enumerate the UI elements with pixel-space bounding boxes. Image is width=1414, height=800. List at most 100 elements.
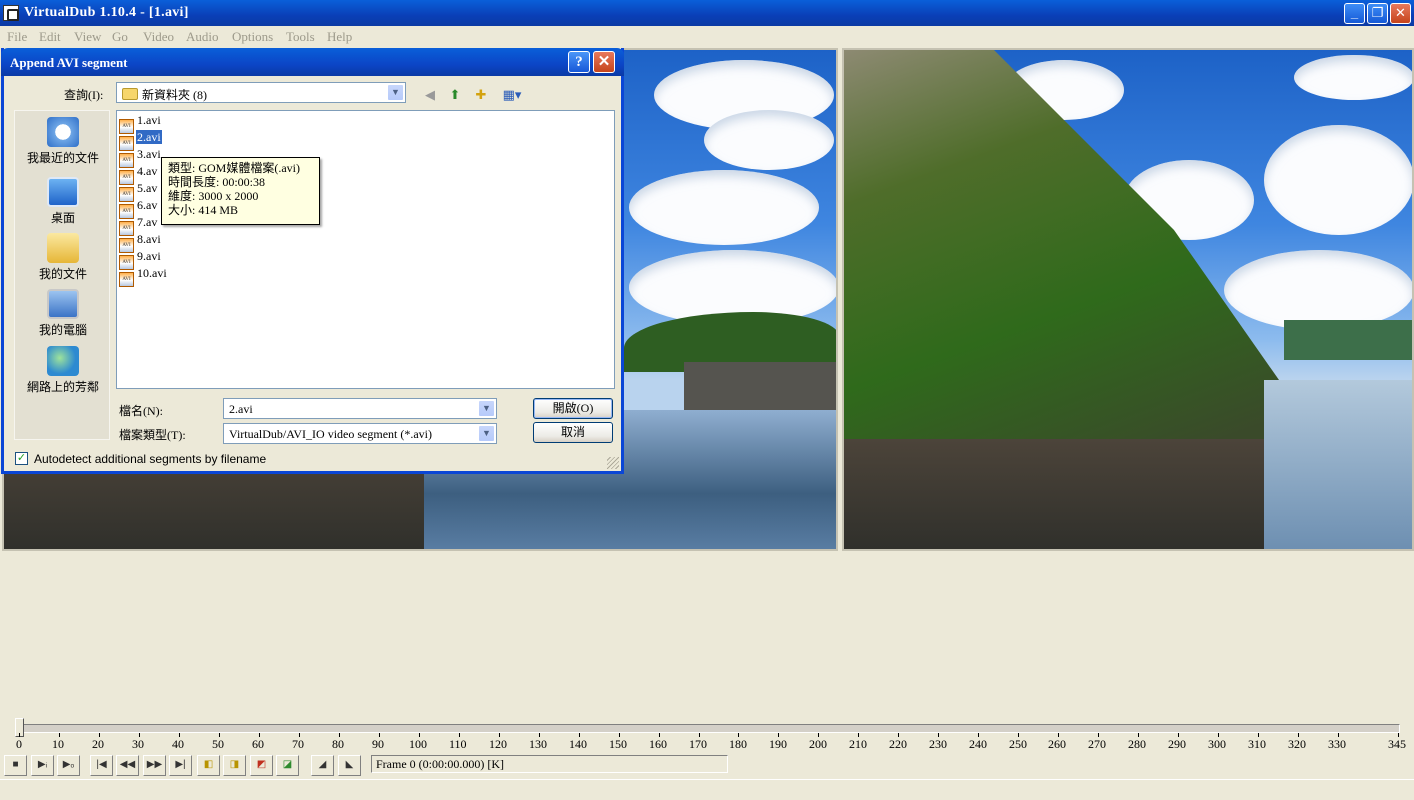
timeline-tick-label: 120 (489, 737, 507, 751)
view-menu-icon[interactable]: ▦▾ (499, 86, 525, 104)
place-my-documents[interactable]: 我的文件 (15, 233, 111, 282)
cloud (704, 110, 834, 170)
file-item[interactable]: AVI 9.avi (119, 249, 162, 270)
file-item[interactable]: AVI 1.avi (119, 113, 162, 134)
new-folder-icon[interactable]: ✚ (471, 86, 491, 104)
timeline-tick-label: 80 (332, 737, 344, 751)
timeline-tick-label: 290 (1168, 737, 1186, 751)
help-button[interactable]: ? (568, 51, 590, 73)
end-icon[interactable]: ▶| (169, 755, 192, 776)
mark-out-arrow-icon[interactable]: ◣ (338, 755, 361, 776)
desktop-icon (47, 177, 79, 207)
place-recent[interactable]: 我最近的文件 (15, 117, 111, 166)
file-item[interactable]: AVI 7.av (119, 215, 158, 236)
timeline-tick-label: 240 (969, 737, 987, 751)
cloud (629, 170, 819, 245)
autodetect-label[interactable]: Autodetect additional segments by filena… (34, 452, 266, 466)
menu-tools[interactable]: Tools (286, 29, 315, 45)
minimize-button[interactable]: _ (1344, 3, 1365, 24)
menu-options[interactable]: Options (232, 29, 273, 45)
menu-audio[interactable]: Audio (186, 29, 219, 45)
my-computer-icon (47, 289, 79, 319)
up-folder-icon[interactable]: ⬆ (445, 86, 465, 104)
dialog-close-button[interactable]: ✕ (593, 51, 615, 73)
timeline-track[interactable] (15, 724, 1400, 733)
chevron-down-icon[interactable]: ▼ (478, 400, 495, 417)
scene-back-icon[interactable]: ◧ (197, 755, 220, 776)
file-item-selected[interactable]: AVI 2.avi (119, 130, 162, 151)
menu-edit[interactable]: Edit (39, 29, 61, 45)
cancel-button[interactable]: 取消 (533, 422, 613, 443)
main-title-bar[interactable]: VirtualDub 1.10.4 - [1.avi] _ ❐ ✕ (0, 0, 1414, 26)
timeline-tick-label: 110 (449, 737, 467, 751)
mark-in-icon[interactable]: ◩ (250, 755, 273, 776)
file-item[interactable]: AVI 4.av (119, 164, 158, 185)
mark-out-icon[interactable]: ◪ (276, 755, 299, 776)
timeline-tick-label: 230 (929, 737, 947, 751)
place-desktop[interactable]: 桌面 (15, 177, 111, 226)
look-in-value: 新資料夾 (8) (142, 88, 207, 102)
resize-grip-icon[interactable] (607, 457, 619, 469)
restore-button[interactable]: ❐ (1367, 3, 1388, 24)
timeline-tick-label: 180 (729, 737, 747, 751)
start-icon[interactable]: |◀ (90, 755, 113, 776)
window-title: VirtualDub 1.10.4 - [1.avi] (24, 5, 189, 20)
mark-in-arrow-icon[interactable]: ◢ (311, 755, 334, 776)
filetype-value: VirtualDub/AVI_IO video segment (*.avi) (229, 427, 433, 441)
timeline-tick-label: 210 (849, 737, 867, 751)
next-key-icon[interactable]: ▶▶ (143, 755, 166, 776)
play-output-icon[interactable]: ▶ₒ (57, 755, 80, 776)
timeline-tick-label: 0 (16, 737, 22, 751)
recent-documents-icon (47, 117, 79, 147)
filename-label: 檔名(N): (119, 404, 163, 418)
tooltip-type: 類型: GOM媒體檔案(.avi) (168, 161, 300, 175)
close-button[interactable]: ✕ (1390, 3, 1411, 24)
timeline-tick-label: 220 (889, 737, 907, 751)
timeline-tick-label: 280 (1128, 737, 1146, 751)
autodetect-checkbox[interactable]: ✓ (15, 452, 28, 465)
timeline-tick-label: 260 (1048, 737, 1066, 751)
file-item[interactable]: AVI 6.av (119, 198, 158, 219)
file-item[interactable]: AVI 8.avi (119, 232, 162, 253)
timeline-tick-label: 190 (769, 737, 787, 751)
output-video-pane[interactable] (842, 48, 1414, 551)
timeline-tick-label: 200 (809, 737, 827, 751)
file-item[interactable]: AVI 10.avi (119, 266, 168, 287)
place-network[interactable]: 網路上的芳鄰 (15, 346, 111, 395)
filetype-combo[interactable]: VirtualDub/AVI_IO video segment (*.avi) … (223, 423, 497, 444)
chevron-down-icon[interactable]: ▼ (478, 425, 495, 442)
river-water (1264, 380, 1412, 549)
place-my-computer[interactable]: 我的電腦 (15, 289, 111, 338)
dialog-title-bar[interactable]: Append AVI segment ? ✕ (1, 48, 624, 76)
look-in-combo[interactable]: 新資料夾 (8) ▼ (116, 82, 406, 103)
prev-key-icon[interactable]: ◀◀ (116, 755, 139, 776)
scene-fwd-icon[interactable]: ◨ (223, 755, 246, 776)
stop-icon[interactable]: ■ (4, 755, 27, 776)
menu-go[interactable]: Go (112, 29, 128, 45)
menu-video[interactable]: Video (143, 29, 174, 45)
places-bar: 我最近的文件 桌面 我的文件 我的電腦 網路上的芳鄰 (14, 110, 110, 440)
timeline-tick-label: 50 (212, 737, 224, 751)
menu-help[interactable]: Help (327, 29, 352, 45)
back-icon[interactable]: ◀ (420, 86, 440, 104)
open-button[interactable]: 開啟(O) (533, 398, 613, 419)
play-input-icon[interactable]: ▶ᵢ (31, 755, 54, 776)
append-avi-dialog[interactable]: Append AVI segment ? ✕ 查詢(I): 新資料夾 (8) ▼… (1, 48, 624, 474)
menu-bar: File Edit View Go Video Audio Options To… (0, 26, 1414, 48)
menu-file[interactable]: File (7, 29, 27, 45)
frame-indicator: Frame 0 (0:00:00.000) [K] (371, 755, 728, 773)
cloud (1264, 125, 1412, 235)
file-item[interactable]: AVI 5.av (119, 181, 158, 202)
filetype-label: 檔案類型(T): (119, 428, 186, 442)
cloud (1294, 55, 1412, 100)
timeline-tick-label: 270 (1088, 737, 1106, 751)
chevron-down-icon[interactable]: ▼ (387, 84, 404, 101)
file-list[interactable]: AVI 1.avi AVI 2.avi AVI 3.avi AVI 4.av AVI 5.… (116, 110, 615, 389)
filename-combo[interactable]: 2.avi ▼ (223, 398, 497, 419)
timeline-tick-label: 170 (689, 737, 707, 751)
menu-view[interactable]: View (74, 29, 101, 45)
virtualdub-icon[interactable] (3, 5, 19, 21)
file-item[interactable]: AVI 3.avi (119, 147, 162, 168)
timeline-tick-label: 20 (92, 737, 104, 751)
my-documents-icon (47, 233, 79, 263)
